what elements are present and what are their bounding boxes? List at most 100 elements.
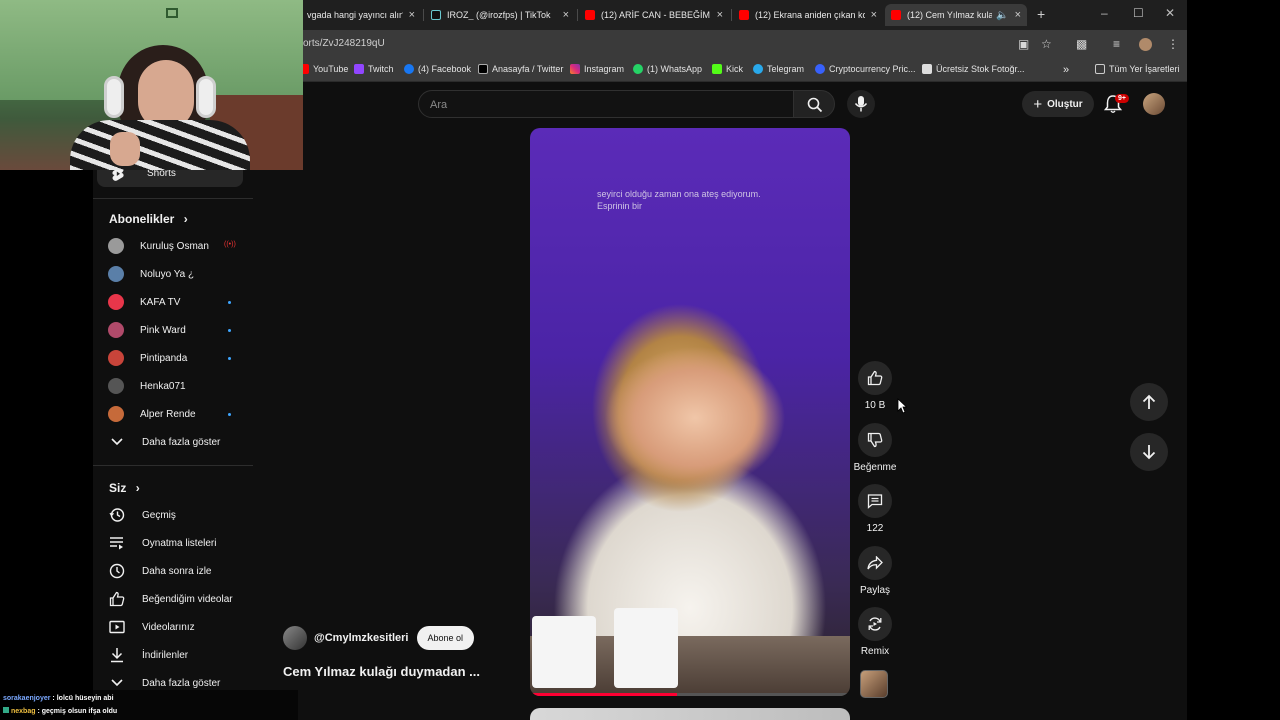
you-heading[interactable]: Siz › [109, 481, 140, 495]
watch-later-icon [108, 562, 126, 580]
star-icon[interactable]: ☆ [1041, 37, 1052, 51]
sidebar-item-pink-ward[interactable]: Pink Ward [108, 320, 186, 340]
subscribe-button[interactable]: Abone ol [416, 626, 475, 650]
tab-0[interactable]: vgada hangi yayıncı alır? × [301, 4, 421, 26]
bookmark-crypto[interactable]: Cryptocurrency Pric... [815, 64, 916, 74]
remix-button[interactable] [858, 607, 892, 641]
share-action[interactable]: Paylaş [857, 546, 893, 596]
sidebar-item-downloads[interactable]: İndirilenler [108, 645, 188, 665]
sidebar-item-pintipanda[interactable]: Pintipanda [108, 348, 187, 368]
channel-name: Kuruluş Osman [140, 240, 209, 252]
screen: vgada hangi yayıncı alır? × IROZ_ (@iroz… [0, 0, 1280, 720]
folder-icon [1095, 64, 1105, 74]
comments-action[interactable]: 122 [857, 484, 893, 534]
instagram-icon [570, 64, 580, 74]
sidebar-item-playlists[interactable]: Oynatma listeleri [108, 533, 216, 553]
remix-label: Remix [860, 646, 890, 657]
maximize-button[interactable]: ☐ [1133, 6, 1144, 20]
webcam-wall-logo [166, 8, 178, 18]
tab-1[interactable]: IROZ_ (@irozfps) | TikTok × [425, 4, 575, 26]
bookmark-twitter[interactable]: Anasayfa / Twitter [478, 64, 563, 74]
headphones-icon [104, 76, 124, 118]
sidebar-item-label: Daha sonra izle [142, 565, 212, 577]
sidebar-show-more-subscriptions[interactable]: Daha fazla göster [108, 432, 220, 452]
channel-avatar[interactable] [283, 626, 307, 650]
bookmarks-overflow-button[interactable]: » [1063, 64, 1069, 76]
caption-line: seyirci olduğu zaman ona ateş ediyorum. [597, 189, 761, 199]
bookmark-whatsapp[interactable]: (1) WhatsApp [633, 64, 702, 74]
chevron-down-icon [108, 433, 126, 451]
tab-close-icon[interactable]: × [1015, 9, 1021, 21]
tab-label: IROZ_ (@irozfps) | TikTok [447, 10, 551, 20]
chat-message: nexbag : geçmiş olsun ifşa oldu [3, 705, 295, 718]
comments-button[interactable] [858, 484, 892, 518]
bookmark-facebook[interactable]: (4) Facebook [404, 64, 471, 74]
sidebar-item-alper-rende[interactable]: Alper Rende [108, 404, 196, 424]
tab-close-icon[interactable]: × [717, 9, 723, 21]
tab-3[interactable]: (12) Ekrana aniden çıkan ko × [733, 4, 883, 26]
sidebar-item-kafa-tv[interactable]: KAFA TV [108, 292, 180, 312]
bookmark-label: Anasayfa / Twitter [492, 64, 564, 74]
create-button[interactable]: + Oluştur [1022, 91, 1094, 117]
your-videos-icon [108, 618, 126, 636]
menu-icon[interactable]: ⋮ [1167, 37, 1179, 51]
like-action[interactable]: 10 B [857, 361, 893, 411]
extensions-icon[interactable]: ▩ [1076, 37, 1087, 51]
speaker-icon[interactable]: 🔈 [996, 10, 1008, 21]
sidebar-item-liked-videos[interactable]: Beğendiğim videolar [108, 589, 233, 609]
dislike-action[interactable]: Beğenme [854, 423, 896, 473]
share-button[interactable] [858, 546, 892, 580]
url-field[interactable]: orts/ZvJ248219qU [303, 38, 385, 49]
video-progress-bar[interactable] [530, 693, 850, 696]
sidebar-item-noluyo-ya[interactable]: Noluyo Ya ¿ [108, 264, 194, 284]
minimize-button[interactable]: – [1101, 6, 1108, 20]
sound-thumbnail[interactable] [860, 670, 888, 698]
new-tab-button[interactable]: + [1037, 6, 1045, 22]
channel-avatar [108, 350, 124, 366]
close-window-button[interactable]: ✕ [1165, 6, 1175, 20]
profile-avatar[interactable] [1139, 38, 1152, 51]
tab-separator [423, 9, 424, 21]
sidebar-item-history[interactable]: Geçmiş [108, 505, 176, 525]
bookmark-twitch[interactable]: Twitch [354, 64, 394, 74]
tab-close-icon[interactable]: × [871, 9, 877, 21]
channel-handle[interactable]: @Cmylmzkesitleri [314, 632, 409, 644]
bookmark-youtube[interactable]: YouTube [299, 64, 348, 74]
bookmark-stock-photo[interactable]: Ücretsiz Stok Fotoğr... [922, 64, 1025, 74]
tab-close-icon[interactable]: × [409, 9, 415, 21]
channel-avatar [108, 294, 124, 310]
media-controls-icon[interactable]: ≡ [1113, 37, 1120, 51]
dislike-button[interactable] [858, 423, 892, 457]
tab-close-icon[interactable]: × [563, 9, 569, 21]
tab-2[interactable]: (12) ARİF CAN - BEBEĞİM ( × [579, 4, 729, 26]
arrow-up-icon [1142, 394, 1156, 409]
voice-search-button[interactable] [847, 90, 875, 118]
remix-action[interactable]: Remix [857, 607, 893, 657]
search-button[interactable] [793, 90, 835, 118]
cast-icon[interactable]: ▣ [1018, 37, 1029, 51]
bookmark-kick[interactable]: Kick [712, 64, 743, 74]
bookmark-telegram[interactable]: Telegram [753, 64, 804, 74]
sidebar-item-watch-later[interactable]: Daha sonra izle [108, 561, 211, 581]
next-short-preview[interactable] [530, 708, 850, 720]
bookmark-instagram[interactable]: Instagram [570, 64, 624, 74]
sidebar-item-kurulus-osman[interactable]: Kuruluş Osman [108, 236, 209, 256]
bookmark-label: YouTube [313, 64, 349, 74]
like-button[interactable] [858, 361, 892, 395]
next-short-button[interactable] [1130, 433, 1168, 471]
sidebar-item-henka071[interactable]: Henka071 [108, 376, 186, 396]
account-avatar[interactable] [1143, 93, 1165, 115]
all-bookmarks-button[interactable]: Tüm Yer İşaretleri [1095, 64, 1180, 74]
new-content-dot [228, 301, 231, 304]
shorts-video-player[interactable]: seyirci olduğu zaman ona ateş ediyorum. … [530, 128, 850, 696]
subscriptions-heading[interactable]: Abonelikler › [109, 212, 188, 226]
previous-short-button[interactable] [1130, 383, 1168, 421]
sidebar-item-your-videos[interactable]: Videolarınız [108, 617, 195, 637]
search-input[interactable]: Ara [418, 90, 794, 118]
sidebar-item-label: Beğendiğim videolar [142, 593, 233, 605]
tab-4-active[interactable]: (12) Cem Yılmaz kulağı 🔈 × [885, 4, 1027, 26]
short-title[interactable]: Cem Yılmaz kulağı duymadan ... [283, 664, 480, 679]
bookmark-label: Kick [726, 64, 744, 74]
share-icon [867, 556, 883, 570]
sidebar-divider [93, 198, 253, 199]
